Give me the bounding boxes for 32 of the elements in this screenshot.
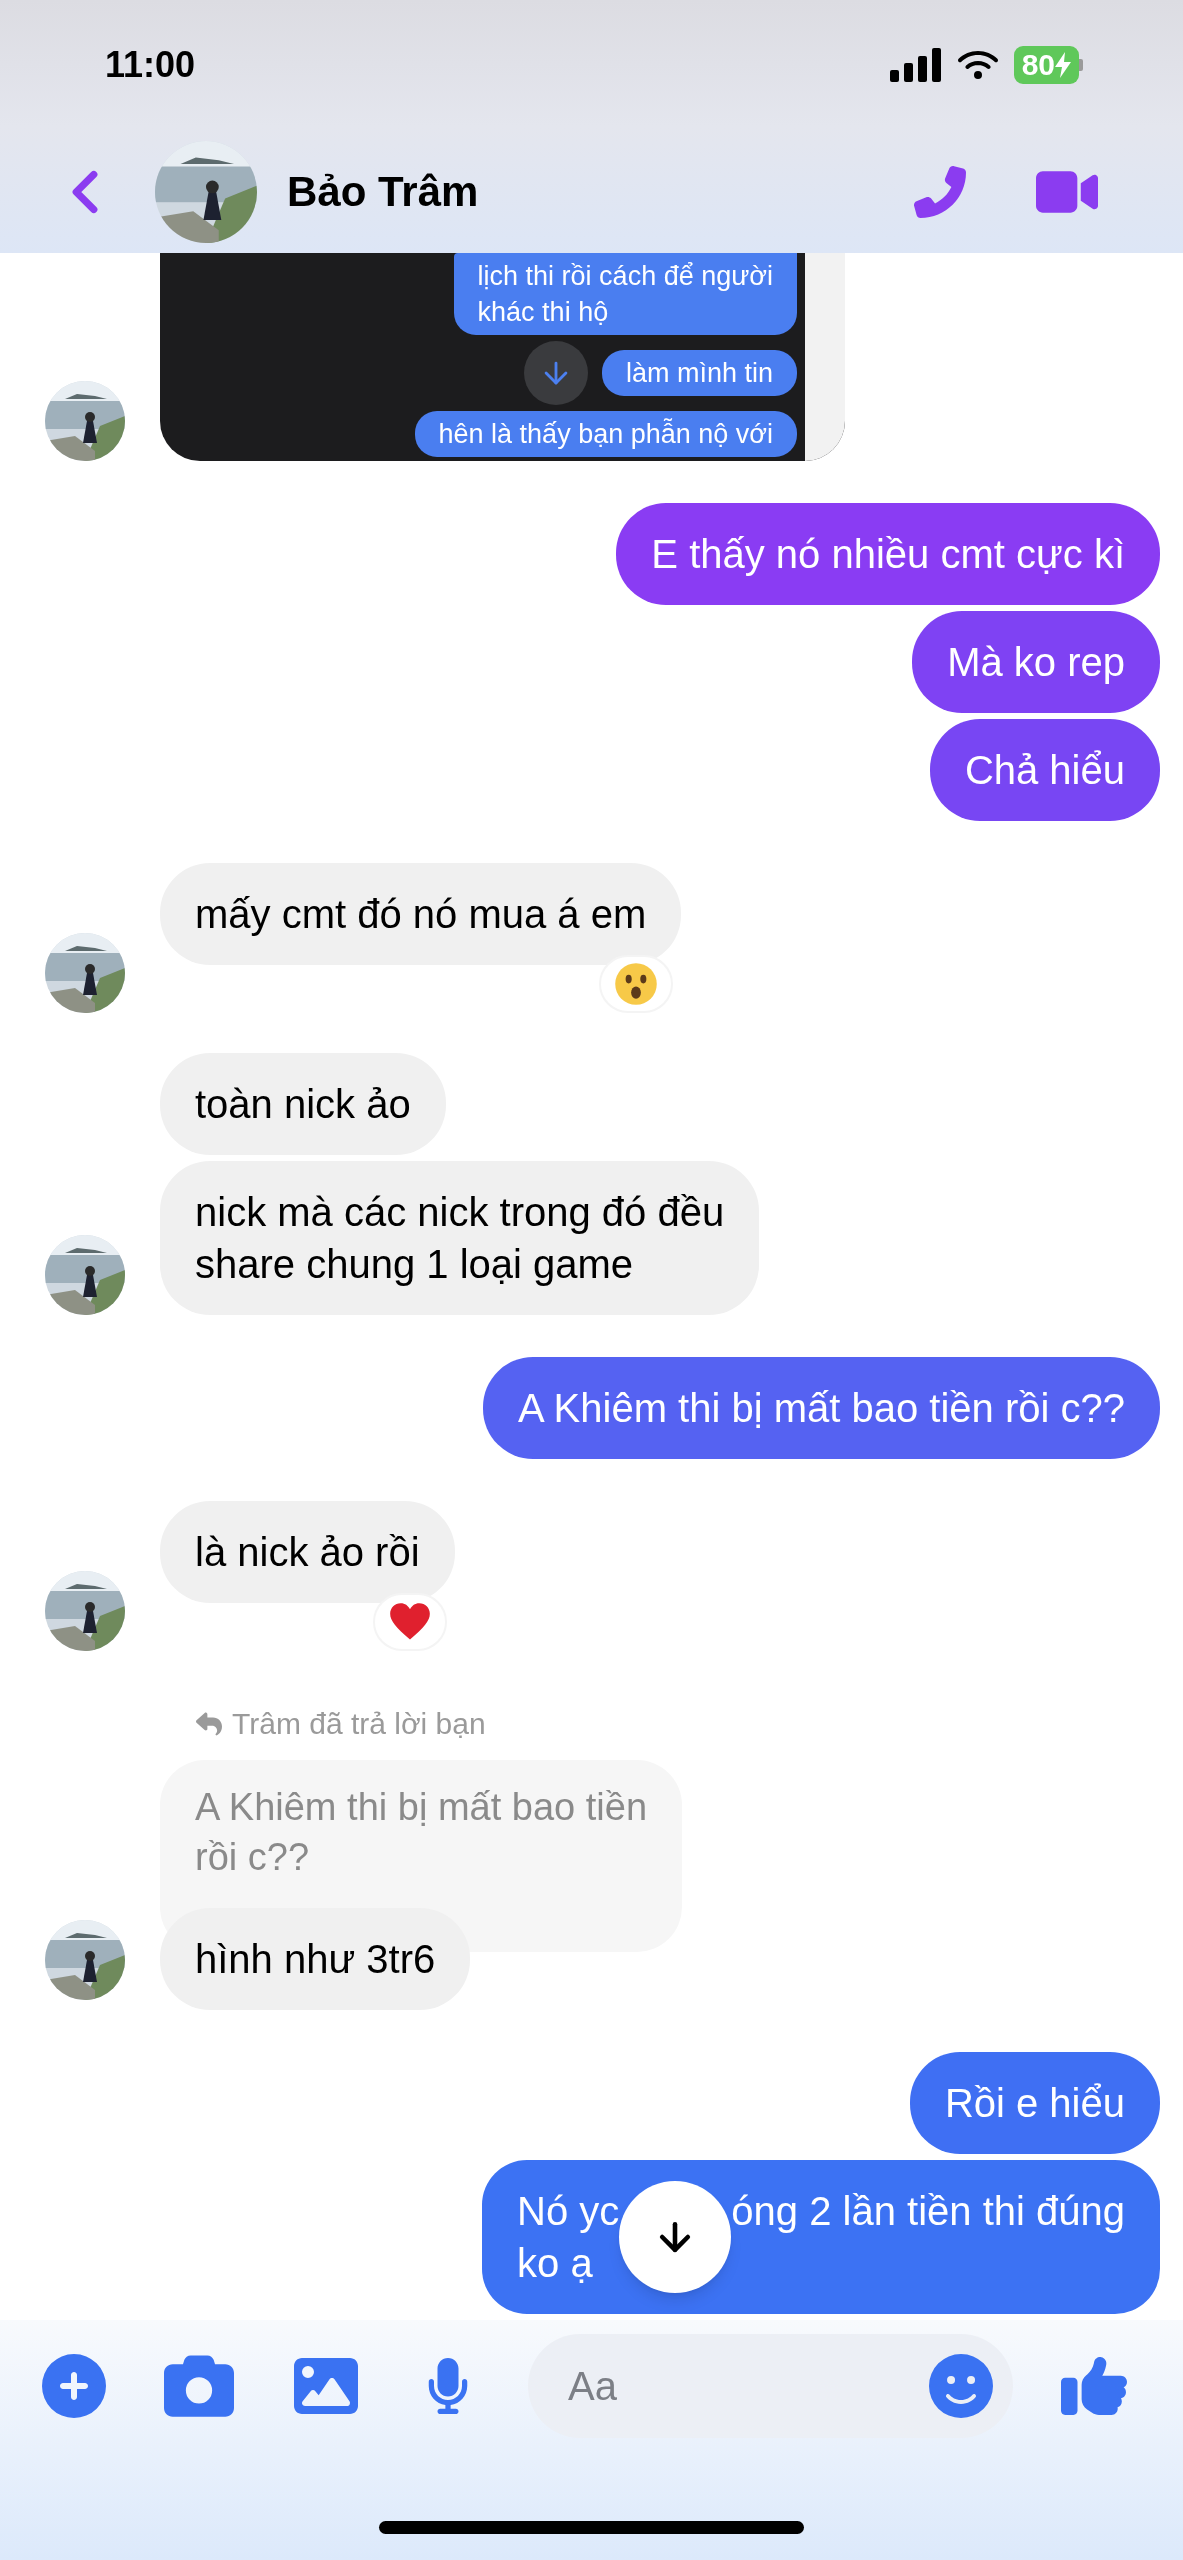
emoji-icon[interactable] <box>929 2354 993 2418</box>
bolt-icon <box>1055 52 1071 78</box>
message-text: làm mình tin <box>625 357 773 390</box>
plus-icon[interactable] <box>42 2354 106 2418</box>
reply-icon <box>196 1710 222 1737</box>
message-text: Mà ko rep <box>947 639 1125 686</box>
message-text: E thấy nó nhiều cmt cực kì <box>651 531 1125 578</box>
message-text: óng 2 lần tiền thi đúng <box>731 2188 1125 2235</box>
message-text: hên là thấy bạn phẫn nộ với <box>438 417 773 451</box>
composer-field[interactable]: Aa <box>528 2334 1013 2438</box>
message-text: Nó yc <box>517 2188 620 2235</box>
quoted-text: A Khiêm thi bị mất bao tiền <box>195 1785 648 1830</box>
message-text: Chả hiểu <box>964 747 1125 794</box>
reply-label: Trâm đã trả lời bạn <box>232 1706 486 1742</box>
message-text: mấy cmt đó nó mua á em <box>195 891 647 938</box>
message-text: lịch thi rồi cách để người <box>477 260 773 293</box>
message-input[interactable]: Aa <box>568 2356 929 2416</box>
signal-icon <box>889 48 942 82</box>
message-text: khác thi hộ <box>477 296 610 329</box>
status-time: 11:00 <box>105 43 196 87</box>
message-text: Rồi e hiểu <box>944 2080 1125 2127</box>
message-text: là nick ảo rồi <box>195 1529 420 1576</box>
contact-name: Bảo Trâm <box>287 167 479 217</box>
quoted-text: rồi c?? <box>195 1835 311 1880</box>
message-text: hình như 3tr6 <box>195 1936 436 1983</box>
message-text: share chung 1 loại game <box>195 1241 635 1288</box>
phone-icon[interactable] <box>914 165 966 218</box>
battery-level: 80 <box>1021 50 1055 80</box>
message-text: toàn nick ảo <box>195 1081 411 1128</box>
message-text: ko ạ <box>517 2240 593 2287</box>
message-text: A Khiêm thi bị mất bao tiền rồi c?? <box>518 1385 1125 1432</box>
message-text: nick mà các nick trong đó đều <box>195 1189 725 1236</box>
